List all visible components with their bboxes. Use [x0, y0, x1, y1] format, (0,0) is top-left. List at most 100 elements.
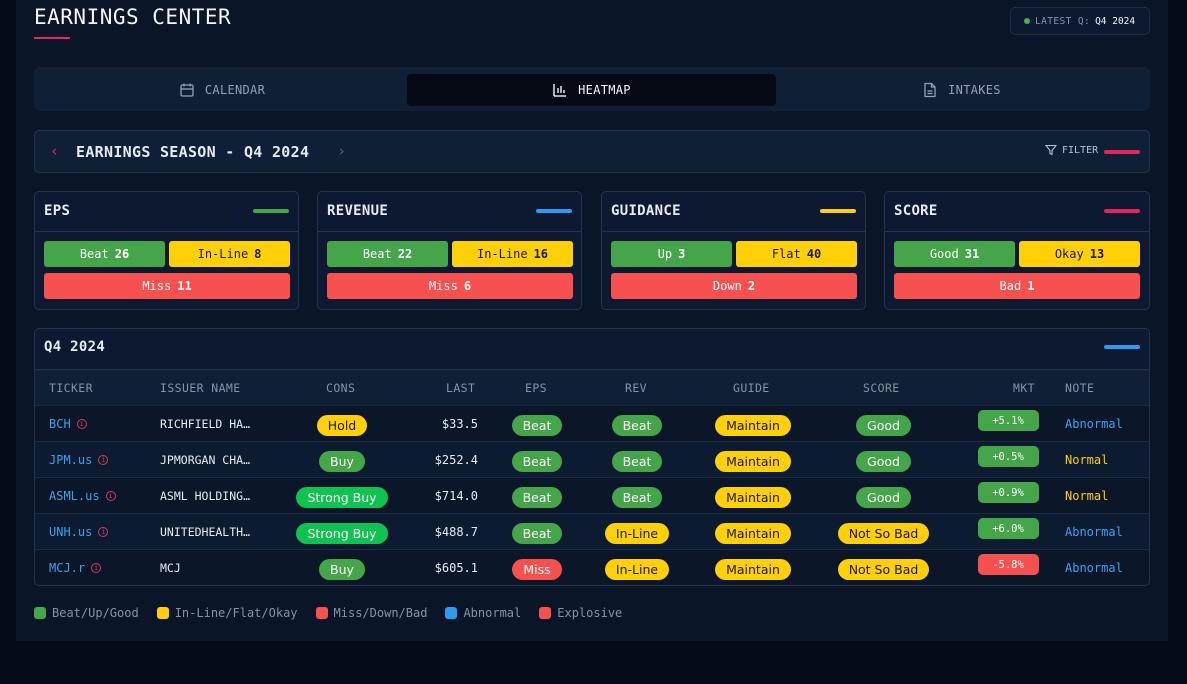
note-text: Abnormal: [1065, 417, 1123, 431]
col-score[interactable]: SCORE: [863, 381, 900, 395]
filter-icon: [1045, 144, 1057, 156]
col-issuer-name[interactable]: ISSUER NAME: [160, 381, 241, 395]
cons-pill: Hold: [316, 414, 368, 436]
col-rev[interactable]: REV: [625, 381, 647, 395]
ticker-link[interactable]: BCH: [49, 417, 71, 431]
table-accent-bar: [1104, 345, 1140, 349]
cons-cell: Strong Buy: [280, 514, 404, 550]
next-season-button[interactable]: ›: [337, 142, 346, 160]
cons-cell: Hold: [280, 406, 404, 442]
cons-pill: Strong Buy: [296, 522, 388, 544]
col-ticker[interactable]: TICKER: [49, 381, 93, 395]
eps-cell: Miss: [497, 550, 577, 585]
eps-miss-chip[interactable]: Miss 11: [44, 273, 290, 299]
guidance-up-chip[interactable]: Up 3: [611, 241, 732, 267]
table-row[interactable]: MCJ.r i MCJ Buy $605.1 Miss In-Line Maintain Not…: [35, 549, 1149, 585]
page-title: EARNINGS CENTER: [34, 5, 232, 29]
score-cell: Good: [825, 442, 942, 478]
col-last[interactable]: LAST: [446, 381, 475, 395]
issuer-name: UNITEDHEALTH…: [160, 525, 251, 539]
rev-pill: In-Line: [604, 522, 670, 544]
eps-pill: Beat: [511, 450, 563, 472]
col-eps[interactable]: EPS: [525, 381, 547, 395]
table-row[interactable]: BCH i RICHFIELD HA… Hold $33.5 Beat Beat Mainta…: [35, 405, 1149, 441]
note-text: Normal: [1065, 453, 1109, 467]
document-icon: [924, 82, 936, 98]
legend-label: In-Line/Flat/Okay: [174, 606, 298, 620]
revenue-beat-chip[interactable]: Beat 22: [327, 241, 448, 267]
tab-heatmap[interactable]: HEATMAP: [407, 74, 776, 106]
info-icon[interactable]: i: [105, 491, 116, 501]
ticker-link[interactable]: ASML.us: [49, 489, 100, 503]
info-icon[interactable]: i: [76, 419, 87, 429]
last-price: $605.1: [434, 561, 478, 575]
last-price: $714.0: [434, 489, 478, 503]
info-icon[interactable]: i: [98, 527, 109, 537]
mkt-cell: +5.1%: [977, 406, 1039, 442]
guide-cell: Maintain: [707, 478, 799, 514]
prev-season-button[interactable]: ‹: [50, 142, 59, 160]
card-accent-bar: [253, 209, 289, 213]
col-note[interactable]: NOTE: [1065, 381, 1094, 395]
card-accent-bar: [1104, 209, 1140, 213]
latest-label: LATEST Q:: [1035, 15, 1091, 27]
legend-label: Abnormal: [463, 606, 522, 620]
score-good-chip[interactable]: Good 31: [894, 241, 1015, 267]
chip-value: 16: [533, 247, 549, 261]
mkt-cell: +0.5%: [977, 442, 1039, 478]
legend-item: In-Line/Flat/Okay: [156, 606, 298, 620]
eps-cell: Beat: [497, 442, 577, 478]
revenue-miss-chip[interactable]: Miss 6: [327, 273, 573, 299]
card-header: REVENUE: [318, 192, 581, 232]
info-icon[interactable]: i: [91, 563, 102, 573]
info-icon[interactable]: i: [98, 455, 109, 465]
issuer-name: ASML HOLDING…: [160, 489, 251, 503]
note-text: Abnormal: [1065, 561, 1123, 575]
card-title: EPS: [44, 203, 71, 219]
guidance-summary-card: GUIDANCE Up 3 Flat 40 Down 2: [601, 191, 866, 310]
table-row[interactable]: JPM.us i JPMORGAN CHA… Buy $252.4 Beat Beat Mai…: [35, 441, 1149, 477]
chip-value: 26: [114, 247, 130, 261]
legend-swatch: [445, 607, 458, 619]
title-underline: [34, 37, 70, 39]
table-row[interactable]: UNH.us i UNITEDHEALTH… Strong Buy $488.7 Beat…: [35, 513, 1149, 549]
eps-beat-chip[interactable]: Beat 26: [44, 241, 165, 267]
col-cons[interactable]: CONS: [326, 381, 355, 395]
col-guide[interactable]: GUIDE: [733, 381, 770, 395]
guidance-down-chip[interactable]: Down 2: [611, 273, 857, 299]
mkt-cell: +6.0%: [977, 514, 1039, 550]
guidance-flat-chip[interactable]: Flat 40: [736, 241, 857, 267]
card-title: SCORE: [894, 203, 938, 219]
score-pill: Good: [856, 450, 911, 472]
ticker-link[interactable]: JPM.us: [49, 453, 92, 467]
tab-intakes[interactable]: INTAKES: [780, 74, 1143, 106]
note-text: Normal: [1065, 489, 1109, 503]
filter-button[interactable]: FILTER: [1045, 144, 1098, 156]
guide-pill: Maintain: [715, 414, 791, 436]
chip-label: Beat: [362, 247, 392, 261]
chip-label: In-Line: [197, 247, 249, 261]
score-cell: Not So Bad: [825, 550, 942, 585]
eps-inline-chip[interactable]: In-Line 8: [169, 241, 290, 267]
score-pill: Good: [856, 486, 911, 508]
note-text: Abnormal: [1065, 525, 1123, 539]
ticker-link[interactable]: UNH.us: [49, 525, 92, 539]
score-bad-chip[interactable]: Bad 1: [894, 273, 1140, 299]
chip-label: Down: [712, 279, 742, 293]
revenue-inline-chip[interactable]: In-Line 16: [452, 241, 573, 267]
rev-cell: In-Line: [597, 514, 677, 550]
mkt-cell: +0.9%: [977, 478, 1039, 514]
tab-calendar[interactable]: CALENDAR: [41, 74, 403, 106]
score-okay-chip[interactable]: Okay 13: [1019, 241, 1140, 267]
last-price: $488.7: [434, 525, 478, 539]
eps-pill: Miss: [512, 558, 562, 580]
color-legend: Beat/Up/Good In-Line/Flat/Okay Miss/Down…: [34, 606, 640, 620]
rev-pill: Beat: [611, 414, 663, 436]
legend-item: Explosive: [539, 606, 622, 620]
ticker-link[interactable]: MCJ.r: [49, 561, 85, 575]
score-cell: Good: [825, 406, 942, 442]
guide-cell: Maintain: [707, 406, 799, 442]
col-mkt[interactable]: MKT: [1013, 381, 1035, 395]
table-row[interactable]: ASML.us i ASML HOLDING… Strong Buy $714.0 Bea…: [35, 477, 1149, 513]
chip-label: Flat: [771, 247, 801, 261]
